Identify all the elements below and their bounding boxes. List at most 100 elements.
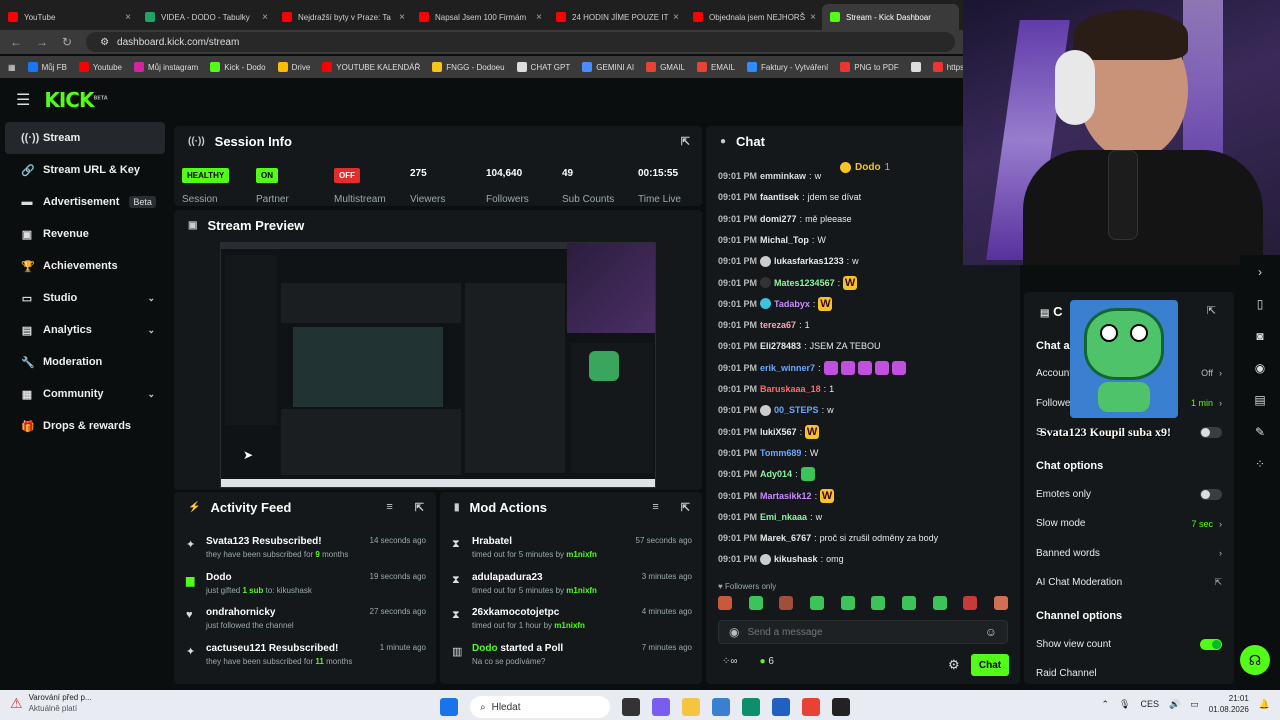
- chat-username[interactable]: kikushask: [774, 554, 818, 564]
- close-icon[interactable]: ×: [536, 12, 542, 23]
- chat-username[interactable]: lukiX567: [760, 427, 797, 437]
- emote-icon[interactable]: [809, 596, 824, 610]
- chat-username[interactable]: Baruskaaa_18: [760, 384, 821, 394]
- weather-widget[interactable]: ⚠ Varování před p... Aktuálně platí: [10, 692, 92, 714]
- app-icon[interactable]: [832, 698, 850, 716]
- network-icon[interactable]: ▭: [1190, 699, 1199, 710]
- chat-message[interactable]: 09:01 PM Mates1234567: W: [718, 273, 858, 293]
- emoji-icon[interactable]: ☺: [985, 625, 997, 639]
- chat-username[interactable]: Eli278483: [760, 341, 801, 351]
- send-chat-button[interactable]: Chat: [971, 654, 1009, 676]
- chat-message[interactable]: 09:01 PM domi277: mě pleease: [718, 209, 852, 229]
- chat-message[interactable]: 09:01 PM lukasfarkas1233: w: [718, 251, 859, 271]
- chat-username[interactable]: Tomm689: [760, 448, 801, 458]
- kick-logo[interactable]: KICKBETA: [44, 88, 107, 112]
- bookmark[interactable]: Můj FB: [27, 62, 67, 72]
- bookmark[interactable]: EMAIL: [696, 62, 735, 72]
- browser-tab[interactable]: VIDEA - DODO - Tabulky ×: [137, 4, 274, 30]
- bookmark[interactable]: Drive: [277, 62, 310, 72]
- chat-username[interactable]: faantisek: [760, 192, 799, 202]
- hamburger-menu-icon[interactable]: ☰: [16, 90, 30, 110]
- browser-tab[interactable]: Objednala jsem NEJHORŠ ×: [685, 4, 822, 30]
- filter-icon[interactable]: ≡: [386, 501, 392, 513]
- emote-icon[interactable]: [932, 596, 947, 610]
- chat-username[interactable]: tereza67: [760, 320, 796, 330]
- emote-icon[interactable]: [901, 596, 916, 610]
- bookmark[interactable]: Youtube: [78, 62, 122, 72]
- support-icon[interactable]: ☊: [1240, 645, 1270, 675]
- notification-bell-icon[interactable]: 🔔: [1259, 699, 1270, 710]
- chat-message[interactable]: 09:01 PM 00_STEPS: w: [718, 400, 834, 420]
- browser-tab-active[interactable]: Stream - Kick Dashboar: [822, 4, 959, 30]
- chat-message[interactable]: 09:01 PM kikushask: omg: [718, 549, 844, 569]
- sidebar-item[interactable]: ▬ Advertisement Beta: [5, 186, 165, 218]
- mod-action-row[interactable]: ⧗ adulapadura23 timed out for 5 minutes by…: [440, 570, 702, 606]
- bookmark[interactable]: GMAIL: [646, 62, 685, 72]
- chat-message[interactable]: 09:01 PM Martasikk12: W: [718, 486, 835, 506]
- document-icon[interactable]: ▯: [1257, 297, 1264, 311]
- chat-message[interactable]: 09:01 PM Tadabyx: W: [718, 294, 833, 314]
- chat-option-row[interactable]: Banned words ›: [1036, 542, 1222, 564]
- chat-username[interactable]: Michal_Top: [760, 235, 809, 245]
- chat-username[interactable]: lukasfarkas1233: [774, 256, 844, 266]
- task-view-icon[interactable]: [622, 698, 640, 716]
- wrench-icon[interactable]: ✎: [1255, 425, 1265, 439]
- toggle-switch[interactable]: [1200, 638, 1222, 650]
- mic-icon[interactable]: 🎙: [1119, 699, 1130, 710]
- popout-icon[interactable]: ⇱: [415, 501, 424, 514]
- bookmark[interactable]: FNGG - Dodoeu: [432, 62, 505, 72]
- chat-username[interactable]: Martasikk12: [760, 491, 812, 501]
- popout-icon[interactable]: ⇱: [681, 501, 690, 514]
- emote-icon[interactable]: [871, 596, 886, 610]
- bookmark[interactable]: Kick - Dodo: [210, 62, 266, 72]
- bookmark[interactable]: Faktury - Vytváření: [746, 62, 828, 72]
- sidebar-item[interactable]: ▣ Revenue: [5, 218, 165, 250]
- browser-tab[interactable]: YouTube ×: [0, 4, 137, 30]
- tray-chevron-icon[interactable]: ⌃: [1102, 699, 1110, 710]
- close-icon[interactable]: ×: [262, 12, 268, 23]
- sidebar-item[interactable]: ▭ Studio ⌄: [5, 282, 165, 314]
- activity-row[interactable]: ♥ ondrahornicky just followed the channel 2…: [174, 605, 436, 641]
- app-icon[interactable]: [712, 698, 730, 716]
- sidebar-item[interactable]: ▤ Analytics ⌄: [5, 314, 165, 346]
- emote-icon[interactable]: [718, 596, 732, 610]
- emote-icon[interactable]: [963, 596, 978, 610]
- chat-username[interactable]: erik_winner7: [760, 363, 815, 373]
- reload-icon[interactable]: ↻: [62, 35, 72, 49]
- mod-action-row[interactable]: ▥ Dodo started a Poll Na co se podíváme? 7 …: [440, 641, 702, 677]
- toggle-switch[interactable]: [1200, 488, 1222, 500]
- emote-icon[interactable]: [779, 596, 794, 610]
- sidebar-item[interactable]: 🏆 Achievements: [5, 250, 165, 282]
- chat-message[interactable]: 09:01 PM Eli278483: JSEM ZA TEBOU: [718, 336, 880, 356]
- close-icon[interactable]: ×: [399, 12, 405, 23]
- chat-username[interactable]: emminkaw: [760, 172, 806, 181]
- chat-option-row[interactable]: Slow mode 7 sec ›: [1036, 513, 1222, 535]
- external-link-icon[interactable]: ⇱: [1214, 577, 1222, 588]
- sidebar-item[interactable]: ▦ Community ⌄: [5, 378, 165, 410]
- chat-username[interactable]: Ady014: [760, 469, 792, 479]
- chat-message[interactable]: 09:01 PM Marek_6767: proč si zrušil odměny…: [718, 528, 938, 548]
- sidebar-item[interactable]: 🔧 Moderation: [5, 346, 165, 378]
- store-icon[interactable]: [772, 698, 790, 716]
- chat-username[interactable]: Marek_6767: [760, 533, 811, 543]
- bookmark[interactable]: PNG to PDF: [840, 62, 899, 72]
- file-explorer-icon[interactable]: [682, 698, 700, 716]
- chrome-icon[interactable]: [802, 698, 820, 716]
- bookmark[interactable]: GEMINI AI: [582, 62, 634, 72]
- sidebar-item[interactable]: ((·)) Stream: [5, 122, 165, 154]
- layout-icon[interactable]: ▤: [1254, 393, 1265, 407]
- copilot-icon[interactable]: [652, 698, 670, 716]
- chat-username[interactable]: Emi_nkaaa: [760, 512, 807, 522]
- taskbar-search[interactable]: ⌕ Hledat: [470, 696, 610, 718]
- chat-message[interactable]: 09:01 PM Baruskaaa_18:1: [718, 379, 834, 399]
- activity-row[interactable]: ▆ Dodo just gifted 1 sub to: kikushask 19 s…: [174, 570, 436, 606]
- activity-row[interactable]: ✦ cactuseu121 Resubscribed! they have been…: [174, 641, 436, 677]
- chat-option-row[interactable]: Emotes only: [1036, 483, 1222, 505]
- bookmark[interactable]: https://w: [932, 62, 963, 72]
- filter-icon[interactable]: ≡: [652, 501, 658, 513]
- speaker-icon[interactable]: 🔊: [1169, 699, 1180, 710]
- chat-message[interactable]: 09:01 PM Emi_nkaaa: w: [718, 507, 822, 527]
- points-icon[interactable]: ⁘∞: [722, 656, 738, 667]
- sidebar-item[interactable]: 🎁 Drops & rewards: [5, 410, 165, 442]
- chat-username[interactable]: Mates1234567: [774, 278, 835, 288]
